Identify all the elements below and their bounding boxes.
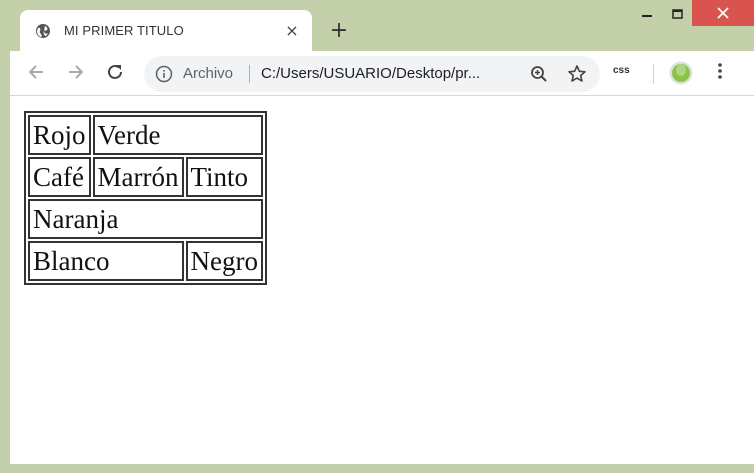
page-viewport: Rojo Verde Café Marrón Tinto Naranja Blanco Neg… <box>10 96 754 464</box>
table-cell: Marrón <box>92 157 184 197</box>
table-cell: Naranja <box>28 199 263 239</box>
table-row: Rojo Verde <box>28 115 263 155</box>
maximize-button[interactable] <box>659 0 695 26</box>
arrow-left-icon <box>27 63 45 85</box>
color-table: Rojo Verde Café Marrón Tinto Naranja Blanco Neg… <box>24 111 267 285</box>
reload-button[interactable] <box>101 60 129 88</box>
zoom-icon[interactable] <box>528 63 550 85</box>
tab-close-button[interactable]: × <box>282 20 302 40</box>
table-cell: Blanco <box>28 241 184 281</box>
back-button[interactable] <box>22 60 50 88</box>
table-body: Rojo Verde Café Marrón Tinto Naranja Blanco Neg… <box>28 115 263 281</box>
bookmark-star-icon[interactable] <box>565 62 589 86</box>
info-icon[interactable] <box>154 64 174 84</box>
toolbar-divider <box>653 64 654 84</box>
minimize-icon <box>642 4 652 23</box>
table-cell: Verde <box>92 115 263 155</box>
tab-title: MI PRIMER TITULO <box>64 23 184 38</box>
new-tab-button[interactable]: + <box>326 17 352 43</box>
table-cell: Rojo <box>28 115 91 155</box>
table-cell: Negro <box>185 241 263 281</box>
menu-button[interactable] <box>710 61 730 85</box>
omnibox-divider <box>249 65 250 83</box>
site-label: Archivo <box>183 65 234 82</box>
address-bar[interactable]: Archivo C:/Users/USUARIO/Desktop/pr... <box>144 56 600 92</box>
table-cell: Café <box>28 157 91 197</box>
css-extension-button[interactable]: css <box>613 65 630 76</box>
url-text[interactable]: C:/Users/USUARIO/Desktop/pr... <box>261 65 480 82</box>
table-row: Café Marrón Tinto <box>28 157 263 197</box>
tab-strip: MI PRIMER TITULO × + <box>0 0 754 51</box>
table-cell: Tinto <box>185 157 263 197</box>
arrow-right-icon <box>67 63 85 85</box>
maximize-icon <box>671 4 683 23</box>
profile-avatar[interactable] <box>669 61 693 85</box>
forward-button[interactable] <box>62 60 90 88</box>
tab-active[interactable]: MI PRIMER TITULO × <box>20 10 312 51</box>
browser-window: MI PRIMER TITULO × + Archivo C:/Users/US… <box>0 0 754 473</box>
reload-icon <box>106 63 124 85</box>
window-close-button[interactable] <box>692 0 754 26</box>
globe-icon <box>34 22 52 40</box>
table-row: Blanco Negro <box>28 241 263 281</box>
close-icon <box>717 4 729 23</box>
more-vertical-icon <box>717 62 723 84</box>
browser-toolbar: Archivo C:/Users/USUARIO/Desktop/pr... c… <box>10 51 754 96</box>
table-row: Naranja <box>28 199 263 239</box>
